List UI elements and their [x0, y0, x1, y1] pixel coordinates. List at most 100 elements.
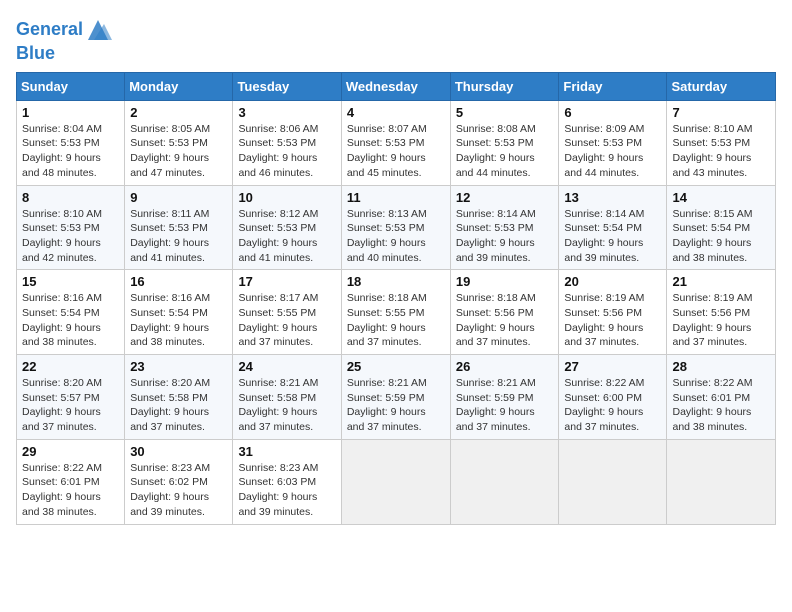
week-row-3: 15Sunrise: 8:16 AMSunset: 5:54 PMDayligh… [17, 270, 776, 355]
day-number: 19 [456, 274, 554, 289]
day-number: 30 [130, 444, 227, 459]
calendar-cell [559, 439, 667, 524]
calendar-cell: 14 Sunrise: 8:15 AMSunset: 5:54 PMDayligh… [667, 185, 776, 270]
day-number: 6 [564, 105, 661, 120]
calendar-cell: 18 Sunrise: 8:18 AMSunset: 5:55 PMDayligh… [341, 270, 450, 355]
logo-blue: Blue [16, 44, 113, 64]
calendar-cell [667, 439, 776, 524]
day-info: Sunrise: 8:11 AMSunset: 5:53 PMDaylight:… [130, 208, 209, 264]
calendar-table: SundayMondayTuesdayWednesdayThursdayFrid… [16, 72, 776, 525]
day-number: 21 [672, 274, 770, 289]
day-info: Sunrise: 8:12 AMSunset: 5:53 PMDaylight:… [238, 208, 318, 264]
day-number: 25 [347, 359, 445, 374]
calendar-cell: 23 Sunrise: 8:20 AMSunset: 5:58 PMDayligh… [125, 355, 233, 440]
weekday-wednesday: Wednesday [341, 72, 450, 100]
day-info: Sunrise: 8:20 AMSunset: 5:57 PMDaylight:… [22, 377, 102, 433]
calendar-cell: 15Sunrise: 8:16 AMSunset: 5:54 PMDayligh… [17, 270, 125, 355]
calendar-cell: 28 Sunrise: 8:22 AMSunset: 6:01 PMDayligh… [667, 355, 776, 440]
day-info: Sunrise: 8:21 AMSunset: 5:58 PMDaylight:… [238, 377, 318, 433]
weekday-friday: Friday [559, 72, 667, 100]
day-number: 24 [238, 359, 335, 374]
day-info: Sunrise: 8:21 AMSunset: 5:59 PMDaylight:… [456, 377, 536, 433]
day-number: 17 [238, 274, 335, 289]
calendar-cell: 13 Sunrise: 8:14 AMSunset: 5:54 PMDayligh… [559, 185, 667, 270]
calendar-cell: 29Sunrise: 8:22 AMSunset: 6:01 PMDayligh… [17, 439, 125, 524]
day-info: Sunrise: 8:05 AMSunset: 5:53 PMDaylight:… [130, 123, 210, 179]
day-number: 23 [130, 359, 227, 374]
day-number: 13 [564, 190, 661, 205]
day-number: 27 [564, 359, 661, 374]
day-info: Sunrise: 8:14 AMSunset: 5:54 PMDaylight:… [564, 208, 644, 264]
day-number: 28 [672, 359, 770, 374]
calendar-cell: 19 Sunrise: 8:18 AMSunset: 5:56 PMDayligh… [450, 270, 559, 355]
day-number: 9 [130, 190, 227, 205]
day-info: Sunrise: 8:18 AMSunset: 5:56 PMDaylight:… [456, 292, 536, 348]
calendar-body: 1 Sunrise: 8:04 AMSunset: 5:53 PMDaylight… [17, 100, 776, 524]
logo: General Blue [16, 16, 113, 64]
week-row-1: 1 Sunrise: 8:04 AMSunset: 5:53 PMDaylight… [17, 100, 776, 185]
calendar-cell: 8 Sunrise: 8:10 AMSunset: 5:53 PMDaylight… [17, 185, 125, 270]
calendar-cell: 26Sunrise: 8:21 AMSunset: 5:59 PMDayligh… [450, 355, 559, 440]
calendar-cell: 27 Sunrise: 8:22 AMSunset: 6:00 PMDayligh… [559, 355, 667, 440]
week-row-4: 22 Sunrise: 8:20 AMSunset: 5:57 PMDayligh… [17, 355, 776, 440]
day-info: Sunrise: 8:08 AMSunset: 5:53 PMDaylight:… [456, 123, 536, 179]
day-info: Sunrise: 8:22 AMSunset: 6:00 PMDaylight:… [564, 377, 644, 433]
calendar-cell: 12 Sunrise: 8:14 AMSunset: 5:53 PMDayligh… [450, 185, 559, 270]
day-number: 20 [564, 274, 661, 289]
calendar-cell: 10 Sunrise: 8:12 AMSunset: 5:53 PMDayligh… [233, 185, 341, 270]
day-info: Sunrise: 8:10 AMSunset: 5:53 PMDaylight:… [22, 208, 102, 264]
calendar-cell: 6 Sunrise: 8:09 AMSunset: 5:53 PMDaylight… [559, 100, 667, 185]
calendar-cell: 30 Sunrise: 8:23 AMSunset: 6:02 PMDayligh… [125, 439, 233, 524]
day-number: 18 [347, 274, 445, 289]
day-number: 7 [672, 105, 770, 120]
day-info: Sunrise: 8:10 AMSunset: 5:53 PMDaylight:… [672, 123, 752, 179]
page-header: General Blue [16, 16, 776, 64]
day-info: Sunrise: 8:23 AMSunset: 6:03 PMDaylight:… [238, 462, 318, 518]
day-number: 10 [238, 190, 335, 205]
calendar-cell: 31 Sunrise: 8:23 AMSunset: 6:03 PMDayligh… [233, 439, 341, 524]
day-number: 1 [22, 105, 119, 120]
calendar-cell: 21 Sunrise: 8:19 AMSunset: 5:56 PMDayligh… [667, 270, 776, 355]
day-number: 3 [238, 105, 335, 120]
day-number: 31 [238, 444, 335, 459]
day-number: 22 [22, 359, 119, 374]
weekday-header-row: SundayMondayTuesdayWednesdayThursdayFrid… [17, 72, 776, 100]
weekday-saturday: Saturday [667, 72, 776, 100]
day-info: Sunrise: 8:21 AMSunset: 5:59 PMDaylight:… [347, 377, 427, 433]
day-info: Sunrise: 8:19 AMSunset: 5:56 PMDaylight:… [672, 292, 752, 348]
day-info: Sunrise: 8:22 AMSunset: 6:01 PMDaylight:… [672, 377, 752, 433]
calendar-cell: 25 Sunrise: 8:21 AMSunset: 5:59 PMDayligh… [341, 355, 450, 440]
day-info: Sunrise: 8:19 AMSunset: 5:56 PMDaylight:… [564, 292, 644, 348]
day-number: 2 [130, 105, 227, 120]
weekday-thursday: Thursday [450, 72, 559, 100]
calendar-cell: 11Sunrise: 8:13 AMSunset: 5:53 PMDayligh… [341, 185, 450, 270]
week-row-2: 8 Sunrise: 8:10 AMSunset: 5:53 PMDaylight… [17, 185, 776, 270]
calendar-cell: 3 Sunrise: 8:06 AMSunset: 5:53 PMDaylight… [233, 100, 341, 185]
calendar-cell: 5Sunrise: 8:08 AMSunset: 5:53 PMDaylight… [450, 100, 559, 185]
day-number: 4 [347, 105, 445, 120]
calendar-cell: 7 Sunrise: 8:10 AMSunset: 5:53 PMDaylight… [667, 100, 776, 185]
day-info: Sunrise: 8:20 AMSunset: 5:58 PMDaylight:… [130, 377, 210, 433]
weekday-tuesday: Tuesday [233, 72, 341, 100]
day-info: Sunrise: 8:09 AMSunset: 5:53 PMDaylight:… [564, 123, 644, 179]
day-info: Sunrise: 8:16 AMSunset: 5:54 PMDaylight:… [22, 292, 102, 348]
week-row-5: 29Sunrise: 8:22 AMSunset: 6:01 PMDayligh… [17, 439, 776, 524]
day-number: 14 [672, 190, 770, 205]
weekday-monday: Monday [125, 72, 233, 100]
calendar-cell: 4 Sunrise: 8:07 AMSunset: 5:53 PMDaylight… [341, 100, 450, 185]
logo-text: General [16, 16, 113, 44]
day-info: Sunrise: 8:15 AMSunset: 5:54 PMDaylight:… [672, 208, 752, 264]
day-number: 12 [456, 190, 554, 205]
day-info: Sunrise: 8:23 AMSunset: 6:02 PMDaylight:… [130, 462, 210, 518]
day-info: Sunrise: 8:04 AMSunset: 5:53 PMDaylight:… [22, 123, 102, 179]
day-info: Sunrise: 8:16 AMSunset: 5:54 PMDaylight:… [130, 292, 210, 348]
day-info: Sunrise: 8:22 AMSunset: 6:01 PMDaylight:… [22, 462, 102, 518]
day-info: Sunrise: 8:07 AMSunset: 5:53 PMDaylight:… [347, 123, 427, 179]
day-info: Sunrise: 8:18 AMSunset: 5:55 PMDaylight:… [347, 292, 427, 348]
day-info: Sunrise: 8:06 AMSunset: 5:53 PMDaylight:… [238, 123, 318, 179]
day-number: 8 [22, 190, 119, 205]
day-info: Sunrise: 8:14 AMSunset: 5:53 PMDaylight:… [456, 208, 536, 264]
calendar-cell: 16Sunrise: 8:16 AMSunset: 5:54 PMDayligh… [125, 270, 233, 355]
day-number: 11 [347, 190, 445, 205]
calendar-cell: 24 Sunrise: 8:21 AMSunset: 5:58 PMDayligh… [233, 355, 341, 440]
